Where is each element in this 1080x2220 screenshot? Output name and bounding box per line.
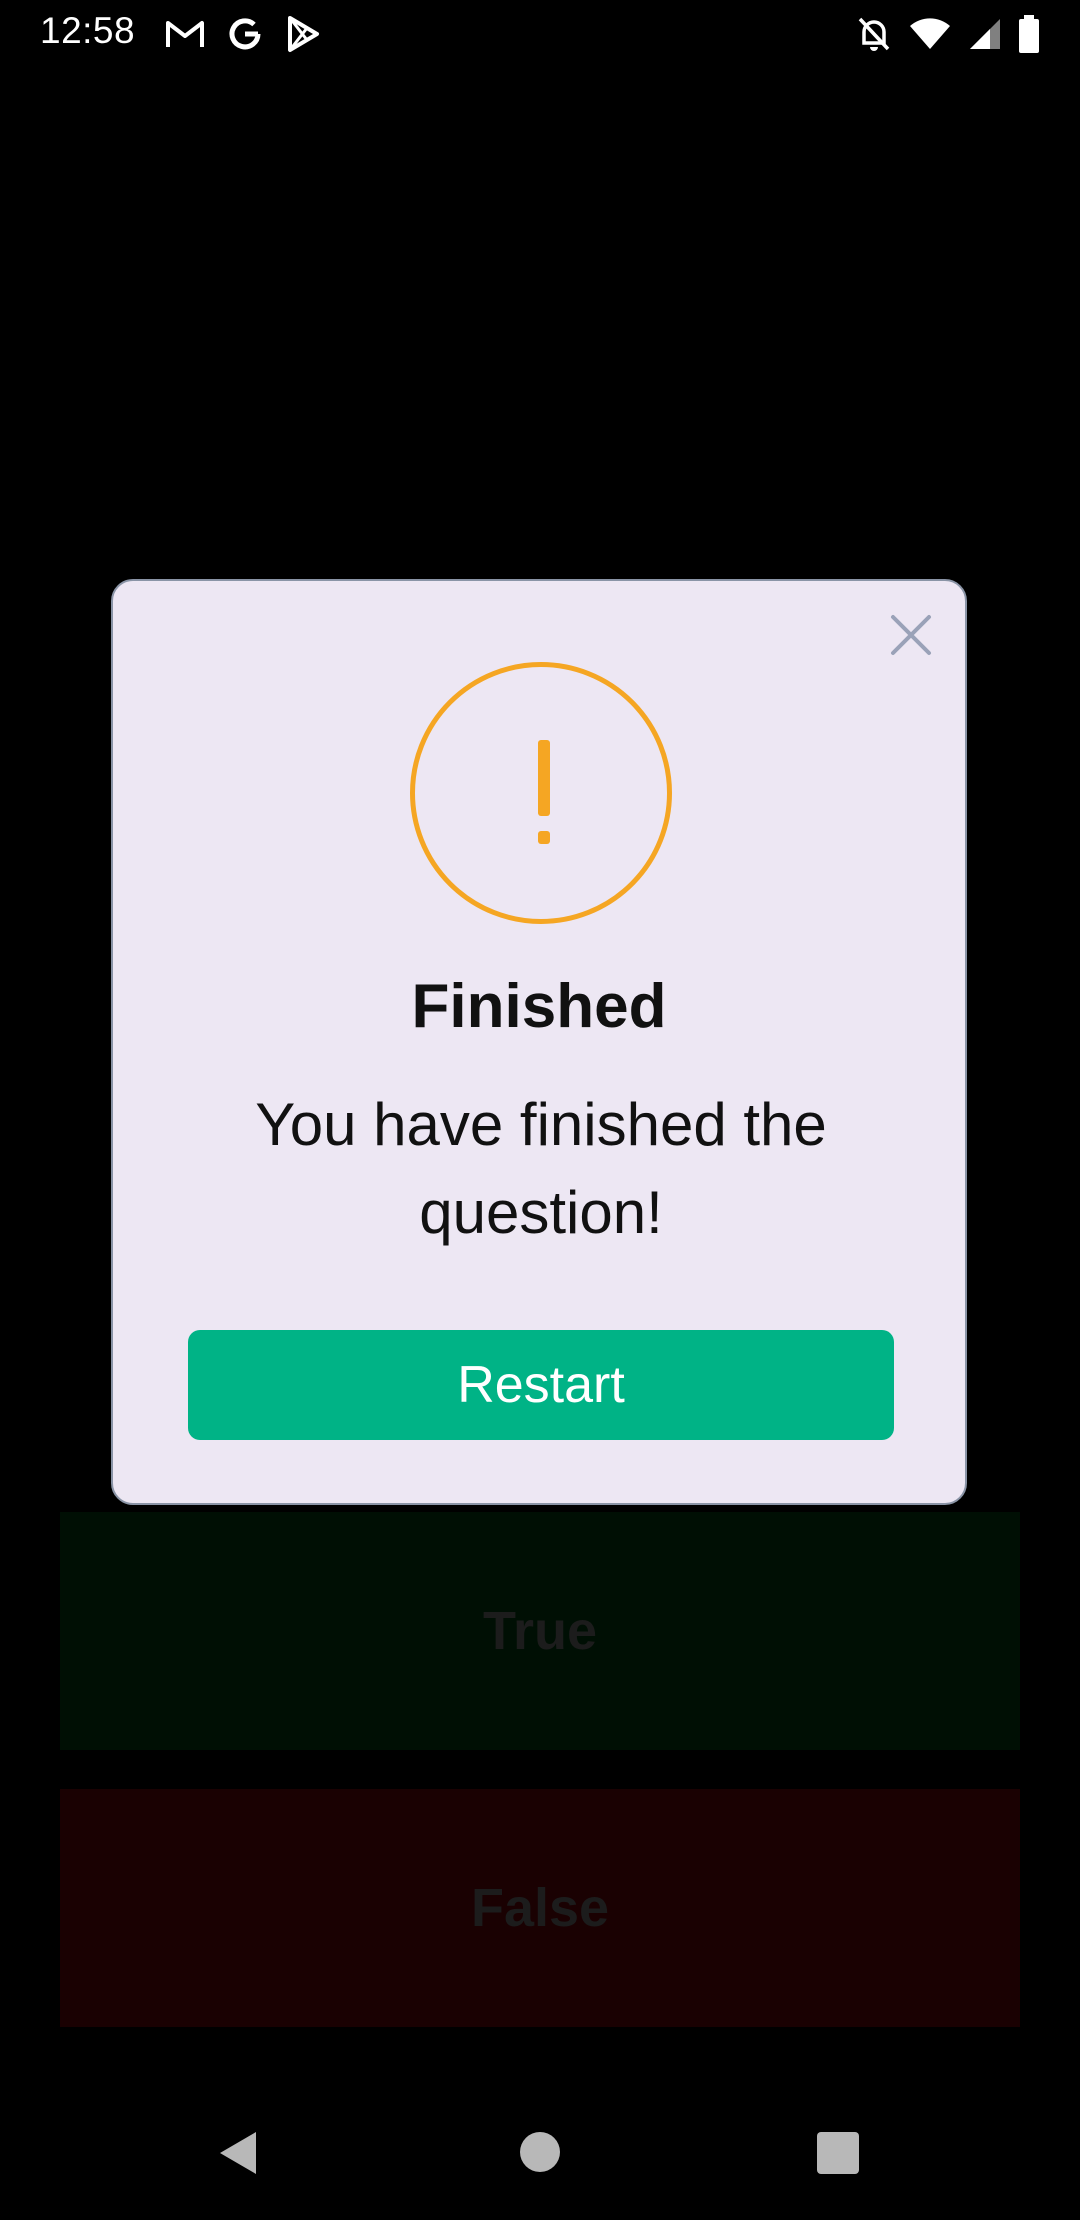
home-icon[interactable] [520, 2132, 560, 2172]
warning-icon [410, 662, 672, 924]
restart-button[interactable]: Restart [188, 1330, 894, 1440]
false-button[interactable]: False [60, 1789, 1020, 2027]
play-store-icon [285, 15, 321, 53]
dialog-title: Finished [411, 972, 667, 1041]
wifi-icon [908, 17, 952, 51]
signal-icon [968, 17, 1002, 51]
battery-icon [1018, 15, 1040, 53]
status-time: 12:58 [40, 10, 136, 51]
back-icon[interactable] [218, 2130, 258, 2180]
true-button-label: True [482, 1601, 598, 1661]
status-bar: 12:58 [0, 0, 1080, 66]
warning-icon-bar [538, 740, 550, 816]
status-left-icons [165, 14, 321, 54]
screen: 12:58 True False Finished You have finis… [0, 0, 1080, 2220]
recents-icon[interactable] [817, 2132, 859, 2174]
notifications-off-icon [856, 15, 892, 53]
gmail-icon [165, 18, 205, 50]
warning-icon-dot [538, 831, 550, 844]
dialog-message: You have finished the question! [255, 1091, 827, 1246]
status-right-icons [856, 14, 1040, 54]
navigation-bar [0, 2090, 1080, 2220]
close-icon[interactable] [885, 609, 937, 661]
google-icon [227, 16, 263, 52]
true-button[interactable]: True [60, 1512, 1020, 1750]
false-button-label: False [470, 1878, 610, 1938]
finished-dialog: Finished You have finished the question!… [111, 579, 967, 1505]
